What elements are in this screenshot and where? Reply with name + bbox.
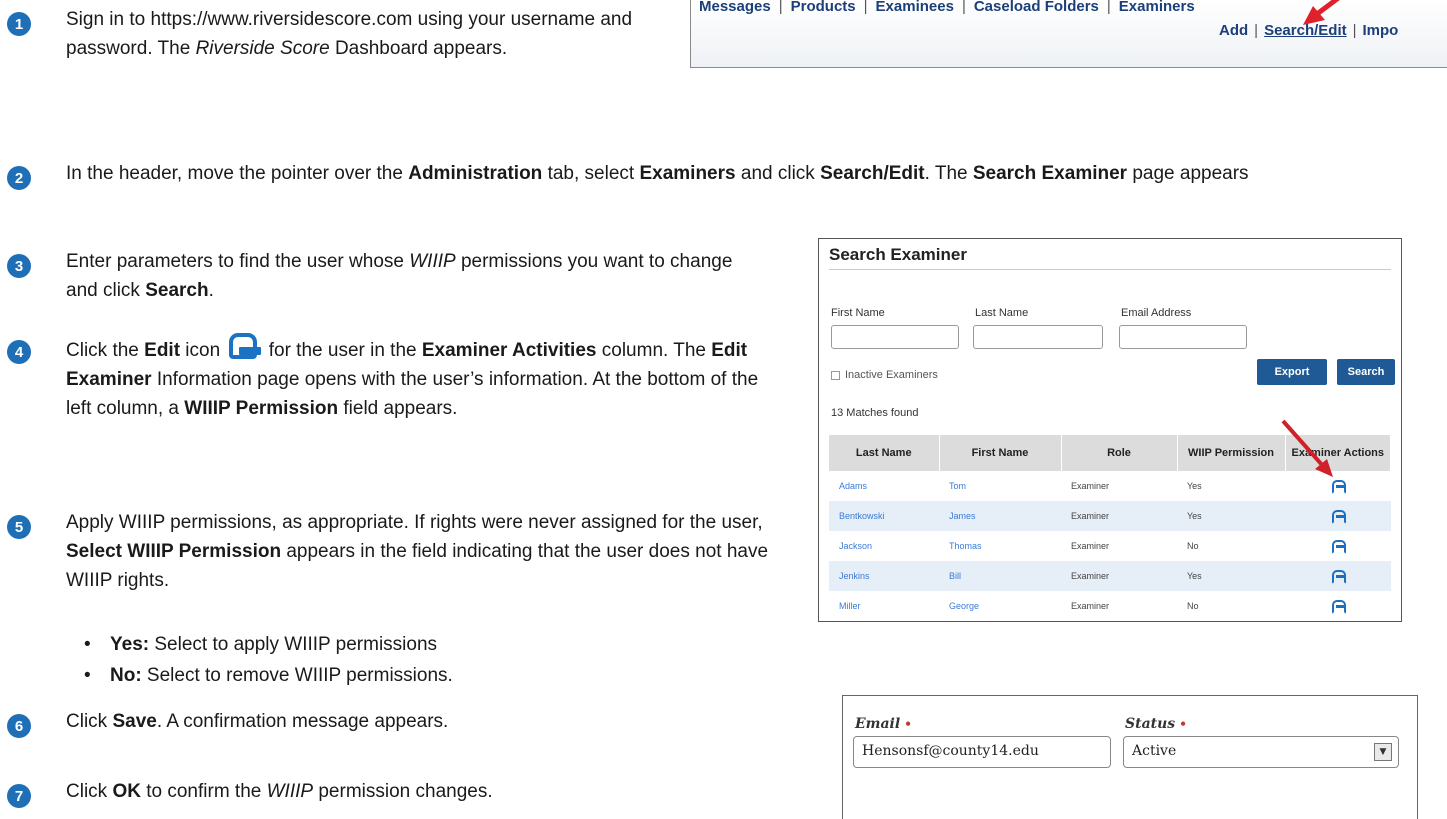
step-text-fragment: Search Examiner [972,163,1128,184]
permission-bullets: Yes: Select to apply WIIIP permissions N… [84,629,453,691]
bullet-no-text: Select to remove WIIIP permissions. [141,665,453,686]
step-text-fragment: tab, select [542,163,640,184]
step-text-1: Sign in to https://www.riversidescore.co… [66,5,656,63]
bullet-no: No: Select to remove WIIIP permissions. [84,660,453,691]
step-text-fragment: to confirm the [140,781,267,802]
bullet-yes: Yes: Select to apply WIIIP permissions [84,629,453,660]
step-text-fragment: field appears. [338,398,458,419]
step-text-fragment: Examiner Activities [421,340,597,361]
step-text-fragment: Click [66,711,113,732]
step-text-fragment: Apply WIIIP permissions, as appropriate.… [66,512,763,533]
bullet-yes-text: Select to apply WIIIP permissions [149,634,438,655]
step-text-fragment: Search/Edit [820,163,925,184]
step-text-fragment: Select WIIIP Permission [66,541,282,562]
step-text-6: Click Save. A confirmation message appea… [66,707,766,736]
step-text-fragment: WIIIP [409,251,456,272]
status-label-text: Status [1125,716,1176,732]
step-text-fragment: Enter parameters to find the user whose [66,251,410,272]
email-label-text: Email [855,716,901,732]
step-text-2: In the header, move the pointer over the… [66,159,1436,188]
step-text-fragment: Examiners [639,163,736,184]
bullet-no-label: No: [110,665,142,686]
dropdown-arrow-icon[interactable]: ▼ [1374,743,1392,761]
step-number-1: 1 [7,12,31,36]
step-text-4: Click the Edit icon for the user in the … [66,333,766,423]
step-number-7: 7 [7,784,31,808]
status-value: Active [1132,743,1177,759]
step-text-fragment: Click the [66,340,145,361]
step-number-6: 6 [7,714,31,738]
step-text-5: Apply WIIIP permissions, as appropriate.… [66,508,806,595]
step-number-2: 2 [7,166,31,190]
step-text-fragment: icon [180,340,226,361]
step-text-fragment: Riverside Score [195,38,330,59]
edit-examiner-form-screenshot: Email • Status • Hensonsf@county14.edu Act… [842,695,1418,819]
nav-screenshot: Messages | Products | Examinees | Caseload Fol… [690,0,1447,68]
search-examiner-screenshot: Search Examiner First Name Last Name Ema… [818,238,1402,622]
step-text-fragment: Administration [408,163,543,184]
step-text-fragment: . A confirmation message appears. [156,711,449,732]
step-text-fragment: Edit [144,340,181,361]
step-text-fragment: WIIIP Permission [184,398,339,419]
step-text-fragment: . The [924,163,973,184]
step-text-fragment: and click [735,163,821,184]
status-label: Status • [1125,716,1187,732]
step-number-5: 5 [7,515,31,539]
step-text-fragment: column. The [596,340,712,361]
step-text-fragment: Dashboard appears. [329,38,508,59]
edit-icon [227,333,262,361]
step-text-fragment: WIIIP [266,781,314,802]
step-text-3: Enter parameters to find the user whose … [66,247,766,305]
email-required-marker: • [904,717,912,731]
step-text-fragment: In the header, move the pointer over the [66,163,409,184]
step-number-4: 4 [7,340,31,364]
step-text-fragment: Click [66,781,113,802]
step-text-fragment: OK [112,781,141,802]
status-required-marker: • [1179,717,1187,731]
step-text-fragment: permission changes. [313,781,493,802]
table-pointer-arrow [1281,419,1333,477]
step-text-fragment: . [208,280,214,301]
step-number-3: 3 [7,254,31,278]
step-text-fragment: Search [145,280,209,301]
step-text-7: Click OK to confirm the WIIIP permission… [66,777,806,806]
status-select[interactable]: Active ▼ [1123,736,1399,768]
email-field[interactable]: Hensonsf@county14.edu [853,736,1111,768]
bullet-yes-label: Yes: [110,634,150,655]
nav-pointer-arrow [1303,0,1340,25]
step-text-fragment: for the user in the [263,340,422,361]
step-text-fragment: page appears [1127,163,1249,184]
email-label: Email • [855,716,912,732]
step-text-fragment: Save [112,711,157,732]
